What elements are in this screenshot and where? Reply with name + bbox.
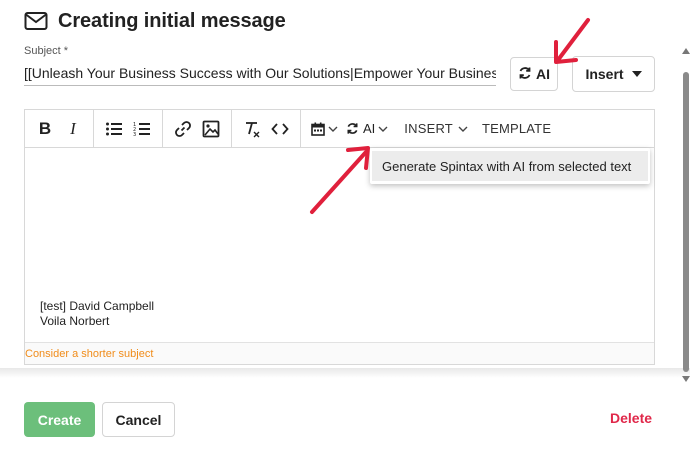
toolbar-group-format: B I — [25, 110, 94, 147]
page-title: Creating initial message — [58, 9, 286, 32]
ai-button-label: AI — [536, 66, 550, 82]
calendar-icon — [311, 122, 325, 136]
signature: [test] David Campbell Voila Norbert — [40, 299, 154, 329]
italic-button[interactable]: I — [59, 115, 87, 143]
caret-down-icon — [631, 71, 642, 77]
code-button[interactable] — [266, 115, 294, 143]
svg-text:3: 3 — [133, 132, 136, 137]
bold-button[interactable]: B — [31, 115, 59, 143]
numbered-list-button[interactable]: 123 — [128, 115, 156, 143]
editor-toolbar: B I 123 AI INSERT TEMPLATE — [25, 110, 654, 148]
signature-line: Voila Norbert — [40, 314, 110, 328]
link-button[interactable] — [169, 115, 197, 143]
generate-spintax-menu-item[interactable]: Generate Spintax with AI from selected t… — [372, 151, 648, 181]
cancel-button[interactable]: Cancel — [102, 402, 175, 437]
scroll-up-icon[interactable] — [682, 48, 690, 54]
ai-dropdown-button[interactable]: AI — [342, 115, 392, 143]
bullet-list-button[interactable] — [100, 115, 128, 143]
toolbar-group-lists: 123 — [94, 110, 163, 147]
scroll-thumb[interactable] — [683, 72, 689, 372]
template-button[interactable]: TEMPLATE — [478, 115, 555, 143]
insert-button-label: Insert — [585, 66, 624, 82]
refresh-icon — [347, 123, 358, 134]
calendar-dropdown-button[interactable] — [307, 115, 342, 143]
scroll-down-icon[interactable] — [682, 376, 690, 382]
dialog-header: Creating initial message — [24, 8, 286, 34]
chevron-down-icon — [328, 124, 338, 134]
toolbar-group-extras: AI INSERT TEMPLATE — [301, 110, 561, 147]
clear-format-button[interactable] — [238, 115, 266, 143]
subject-warning: Consider a shorter subject — [25, 347, 154, 360]
insert-dropdown-button[interactable]: INSERT — [400, 115, 472, 143]
mail-icon — [24, 11, 48, 31]
delete-button[interactable]: Delete — [610, 410, 652, 426]
link-icon — [175, 120, 191, 137]
editor-footer: Consider a shorter subject — [25, 342, 654, 364]
toolbar-group-clear — [232, 110, 301, 147]
ai-dropdown-label: AI — [363, 121, 376, 136]
create-button[interactable]: Create — [24, 402, 95, 437]
insert-dropdown-label: INSERT — [404, 121, 453, 136]
scrollbar[interactable] — [680, 44, 692, 386]
numbered-list-icon: 123 — [133, 122, 150, 137]
image-button[interactable] — [197, 115, 225, 143]
bullet-list-icon — [106, 122, 122, 135]
code-icon — [271, 122, 289, 135]
signature-line: [test] David Campbell — [40, 299, 155, 313]
refresh-icon — [518, 66, 532, 83]
clear-format-icon — [246, 121, 260, 137]
footer-divider — [0, 368, 690, 378]
ai-dropdown-menu: Generate Spintax with AI from selected t… — [370, 148, 650, 184]
image-icon — [202, 120, 220, 137]
toolbar-group-media — [163, 110, 232, 147]
subject-input[interactable] — [24, 60, 496, 86]
chevron-down-icon — [458, 124, 468, 134]
ai-button[interactable]: AI — [510, 57, 558, 91]
insert-button[interactable]: Insert — [572, 56, 655, 92]
chevron-down-icon — [378, 124, 388, 134]
subject-label: Subject * — [24, 45, 69, 57]
